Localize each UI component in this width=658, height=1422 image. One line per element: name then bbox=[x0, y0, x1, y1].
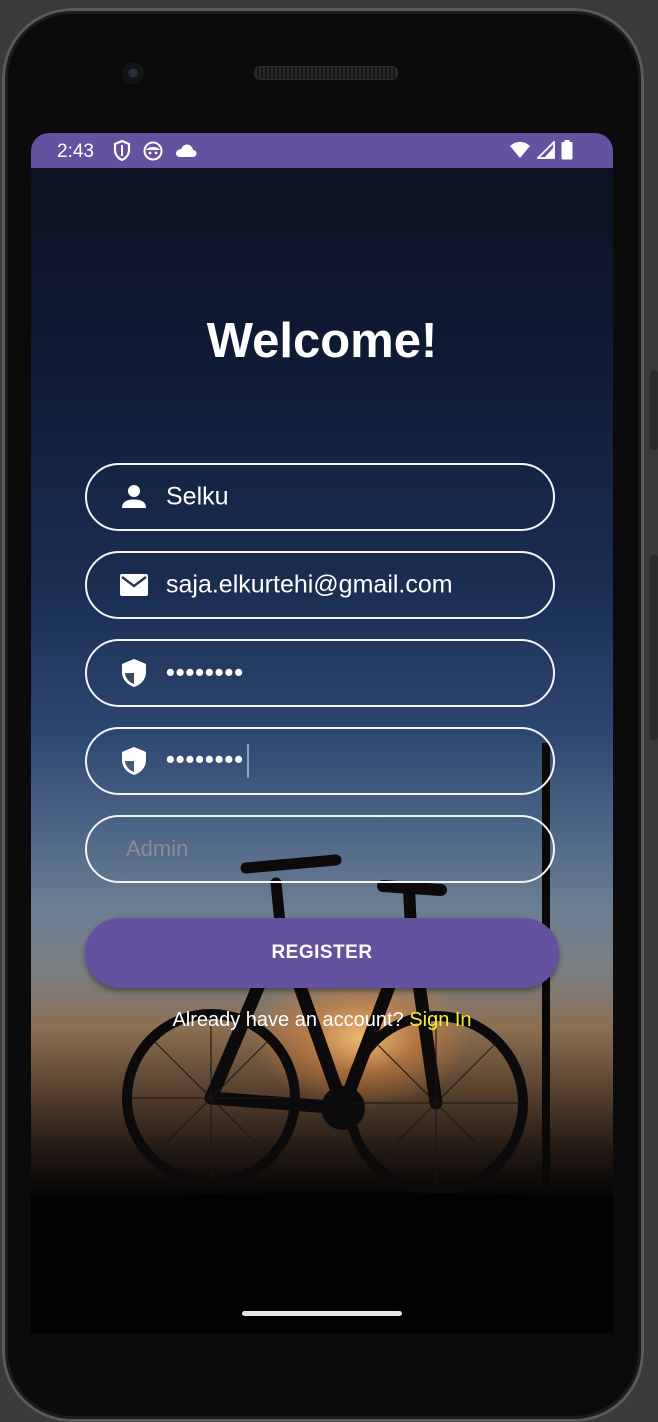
confirm-password-value: •••••••• bbox=[166, 745, 245, 774]
email-field[interactable]: saja.elkurtehi@gmail.com bbox=[85, 551, 555, 619]
role-field[interactable]: Admin bbox=[85, 815, 555, 883]
signin-link[interactable]: Sign In bbox=[409, 1009, 471, 1031]
shield-icon bbox=[122, 747, 146, 775]
home-indicator[interactable] bbox=[242, 1311, 402, 1316]
status-bar: 2:43 bbox=[31, 133, 613, 168]
app-screen: 2:43 Welcome! Selku saja.elkurtehi@gmail… bbox=[31, 133, 613, 1333]
password-field[interactable]: •••••••• bbox=[85, 639, 555, 707]
status-notification-icons bbox=[113, 140, 197, 161]
shield-icon bbox=[122, 659, 146, 687]
power-button bbox=[650, 555, 658, 740]
earpiece-speaker bbox=[254, 66, 398, 80]
signin-prompt-row: Already have an account? Sign In bbox=[31, 1009, 613, 1032]
username-field[interactable]: Selku bbox=[85, 463, 555, 531]
front-camera bbox=[122, 62, 144, 84]
mail-icon bbox=[120, 574, 148, 596]
cellular-signal-icon bbox=[537, 141, 555, 159]
wifi-icon bbox=[510, 141, 530, 158]
password-value: •••••••• bbox=[166, 658, 245, 687]
text-cursor bbox=[247, 744, 250, 778]
phone-frame: 2:43 Welcome! Selku saja.elkurtehi@gmail… bbox=[2, 8, 644, 1422]
signin-prompt-text: Already have an account? bbox=[172, 1009, 404, 1031]
status-system-icons bbox=[509, 140, 573, 160]
confirm-password-field[interactable]: •••••••• bbox=[85, 727, 555, 795]
android-face-icon bbox=[143, 141, 163, 160]
battery-icon bbox=[561, 140, 573, 160]
email-value: saja.elkurtehi@gmail.com bbox=[166, 570, 453, 599]
status-time: 2:43 bbox=[57, 141, 94, 162]
page-title: Welcome! bbox=[206, 314, 438, 368]
volume-button bbox=[650, 370, 658, 450]
confirm-password-wrap: •••••••• bbox=[166, 744, 250, 778]
role-placeholder: Admin bbox=[126, 836, 189, 861]
shield-icon bbox=[113, 140, 131, 161]
username-value: Selku bbox=[166, 482, 229, 511]
cloud-icon bbox=[176, 144, 197, 157]
register-button[interactable]: REGISTER bbox=[85, 918, 559, 988]
person-icon bbox=[122, 485, 146, 508]
